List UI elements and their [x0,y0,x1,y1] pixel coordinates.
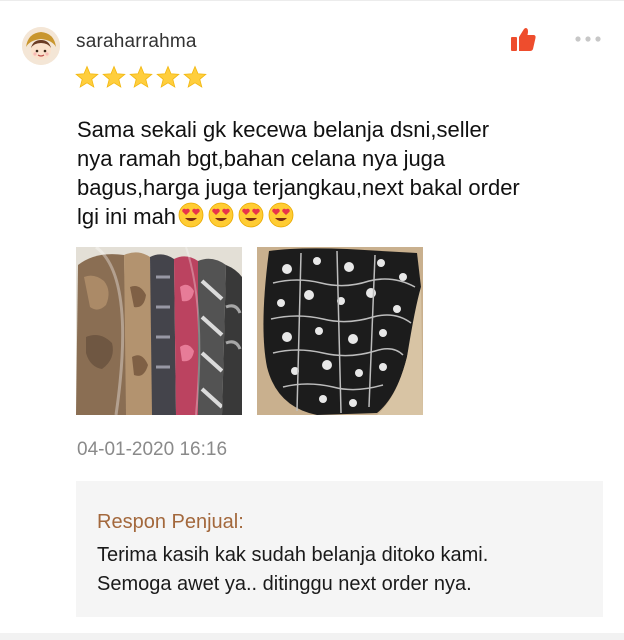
seller-response-title: Respon Penjual: [97,511,244,533]
heart-eyes-emoji [178,202,204,228]
review-card: saraharrahma Sama sekali gk kecewa belan… [0,0,624,633]
avatar[interactable] [22,27,60,65]
star-icon [129,65,153,88]
more-dots-icon[interactable] [571,29,605,49]
star-icon [183,65,207,88]
thumbs-up-icon[interactable] [508,25,538,55]
review-username[interactable]: saraharrahma [76,31,197,53]
heart-eyes-emoji [208,202,234,228]
review-photo-packaged-pants[interactable] [76,247,242,415]
heart-eyes-emoji [238,202,264,228]
star-rating [75,65,207,89]
review-comment: Sama sekali gk kecewa belanja dsni,selle… [77,115,577,231]
heart-eyes-emoji [268,202,294,228]
emoji-group [178,202,294,228]
review-photo-batik-pants[interactable] [257,247,423,415]
review-timestamp: 04-01-2020 16:16 [77,439,228,460]
review-comment-text: Sama sekali gk kecewa belanja dsni,selle… [77,117,520,229]
star-icon [102,65,126,88]
seller-response: Respon Penjual: Terima kasih kak sudah b… [76,481,603,617]
star-icon [156,65,180,88]
seller-response-text: Terima kasih kak sudah belanja ditoko ka… [97,544,489,595]
star-icon [75,65,99,88]
